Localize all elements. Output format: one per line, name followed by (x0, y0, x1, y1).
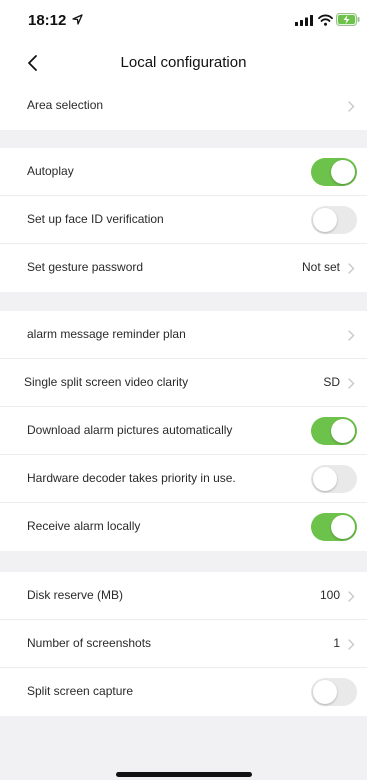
row-disk-reserve[interactable]: Disk reserve (MB) 100 (0, 572, 367, 620)
row-download-alarm-pictures: Download alarm pictures automatically (0, 407, 367, 455)
face-id-toggle[interactable] (311, 206, 357, 234)
row-receive-alarm-locally: Receive alarm locally (0, 503, 367, 551)
toggle-knob (331, 419, 355, 443)
row-number-of-screenshots[interactable]: Number of screenshots 1 (0, 620, 367, 668)
row-label: Split screen capture (27, 684, 134, 698)
row-label: Single split screen video clarity (24, 375, 189, 389)
row-label: Set gesture password (27, 260, 144, 274)
status-bar: 18:12 (0, 0, 367, 44)
chevron-right-icon (348, 330, 355, 341)
chevron-right-icon (348, 378, 355, 389)
chevron-right-icon (348, 101, 355, 112)
row-label: Set up face ID verification (27, 212, 164, 226)
page-title: Local configuration (120, 54, 247, 71)
toggle-knob (331, 515, 355, 539)
section-security: Autoplay Set up face ID verification Set… (0, 148, 367, 292)
toggle-knob (313, 208, 337, 232)
row-area-selection[interactable]: Area selection (0, 82, 367, 130)
row-value: 1 (333, 636, 340, 650)
toggle-knob (331, 160, 355, 184)
row-gesture-password[interactable]: Set gesture password Not set (0, 244, 367, 292)
row-split-screen-capture: Split screen capture (0, 668, 367, 716)
battery-charging-icon (336, 13, 360, 26)
row-label: Area selection (27, 98, 104, 112)
chevron-right-icon (348, 591, 355, 602)
row-label: Download alarm pictures automatically (27, 423, 233, 437)
row-video-clarity[interactable]: Single split screen video clarity SD (0, 359, 367, 407)
row-label: Hardware decoder takes priority in use. (27, 471, 236, 485)
row-value: SD (323, 375, 340, 389)
navigation-bar: Local configuration (0, 44, 367, 82)
row-label: Number of screenshots (27, 636, 152, 650)
home-indicator (116, 772, 252, 777)
receive-alarm-locally-toggle[interactable] (311, 513, 357, 541)
section-alarm: alarm message reminder plan Single split… (0, 311, 367, 551)
section-storage: Disk reserve (MB) 100 Number of screensh… (0, 572, 367, 716)
wifi-icon (318, 14, 333, 26)
row-label: Receive alarm locally (27, 519, 141, 533)
row-label: Autoplay (27, 164, 74, 178)
hardware-decoder-toggle[interactable] (311, 465, 357, 493)
signal-icon (295, 15, 313, 26)
row-face-id: Set up face ID verification (0, 196, 367, 244)
section-area: Area selection (0, 82, 367, 130)
row-alarm-reminder-plan[interactable]: alarm message reminder plan (0, 311, 367, 359)
row-autoplay: Autoplay (0, 148, 367, 196)
download-alarm-pictures-toggle[interactable] (311, 417, 357, 445)
status-time: 18:12 (28, 12, 67, 29)
split-screen-capture-toggle[interactable] (311, 678, 357, 706)
chevron-right-icon (348, 639, 355, 650)
row-hardware-decoder: Hardware decoder takes priority in use. (0, 455, 367, 503)
chevron-right-icon (348, 263, 355, 274)
toggle-knob (313, 680, 337, 704)
row-value: 100 (319, 588, 340, 602)
toggle-knob (313, 467, 337, 491)
row-label: Disk reserve (MB) (27, 588, 124, 602)
autoplay-toggle[interactable] (311, 158, 357, 186)
row-value: Not set (301, 260, 340, 274)
location-arrow-icon (72, 14, 83, 25)
row-label: alarm message reminder plan (27, 327, 186, 341)
